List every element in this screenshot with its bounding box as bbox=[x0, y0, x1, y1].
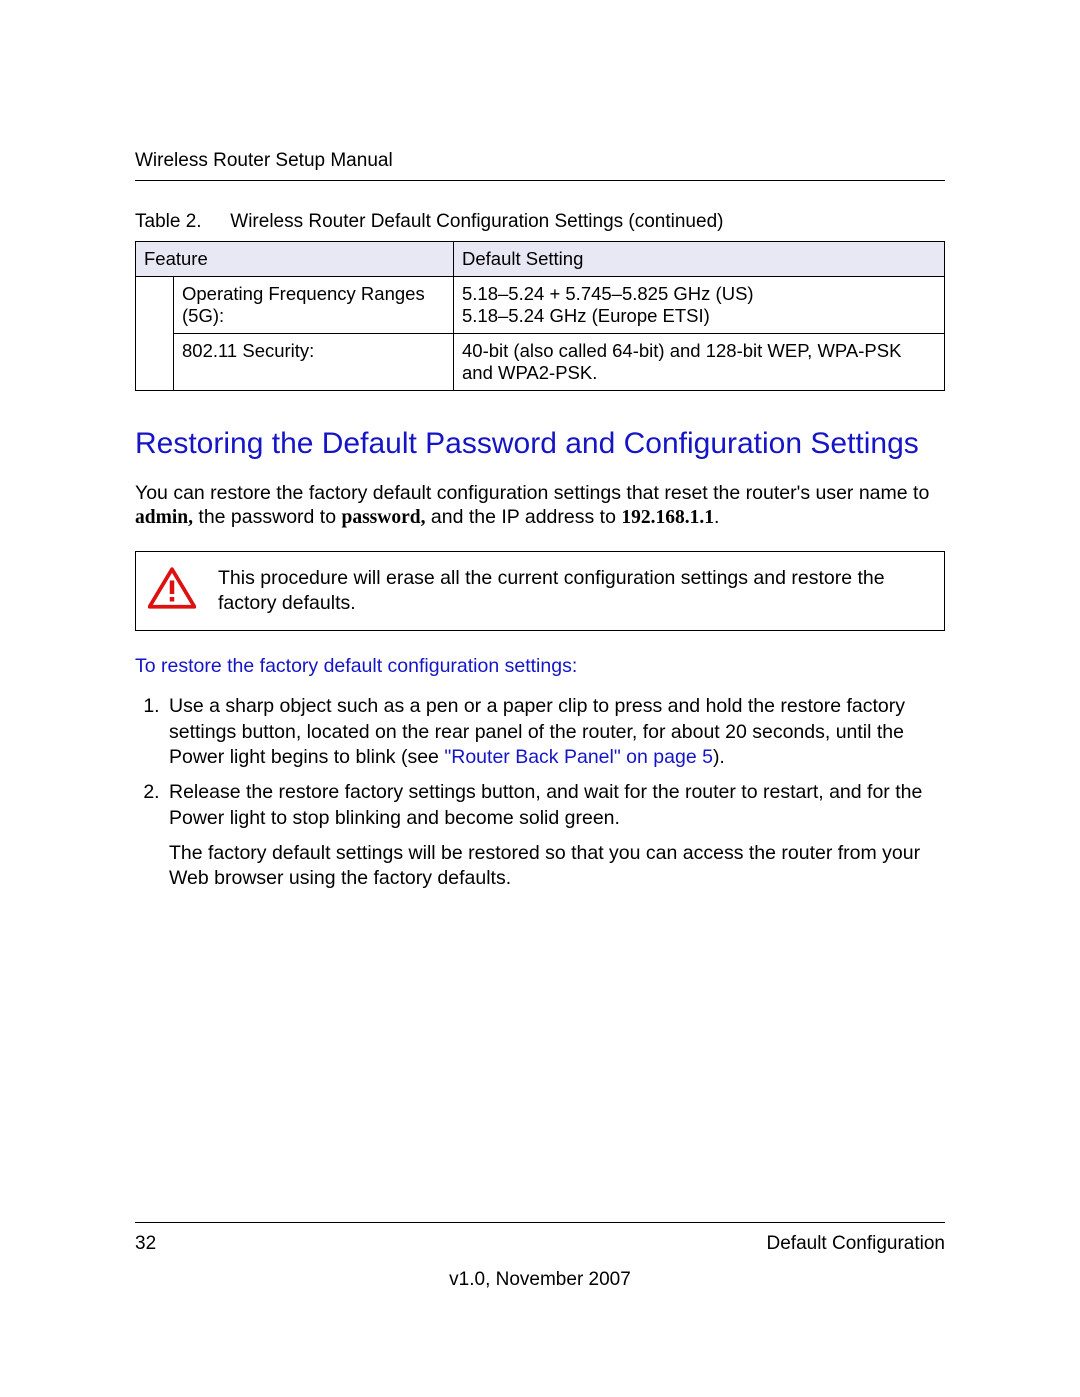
running-header: Wireless Router Setup Manual bbox=[135, 150, 945, 172]
page-number: 32 bbox=[135, 1233, 156, 1255]
intro-text: and the IP address to bbox=[425, 506, 621, 528]
footer-rule bbox=[135, 1222, 945, 1223]
section-heading: Restoring the Default Password and Confi… bbox=[135, 425, 945, 463]
intro-text: You can restore the factory default conf… bbox=[135, 482, 929, 504]
table-label: Table 2. bbox=[135, 211, 225, 233]
warning-text: This procedure will erase all the curren… bbox=[218, 566, 932, 616]
procedure-subhead: To restore the factory default configura… bbox=[135, 655, 945, 678]
step-item: Use a sharp object such as a pen or a pa… bbox=[165, 694, 945, 770]
step-after-text: The factory default settings will be res… bbox=[169, 841, 945, 892]
footer-version: v1.0, November 2007 bbox=[135, 1269, 945, 1291]
cell-value: 5.18–5.24 + 5.745–5.825 GHz (US) 5.18–5.… bbox=[454, 277, 945, 334]
cell-feature: Operating Frequency Ranges (5G): bbox=[174, 277, 454, 334]
footer-section: Default Configuration bbox=[767, 1233, 946, 1255]
steps-list: Use a sharp object such as a pen or a pa… bbox=[135, 694, 945, 891]
cell-feature: 802.11 Security: bbox=[174, 334, 454, 391]
th-default: Default Setting bbox=[454, 242, 945, 277]
warning-box: This procedure will erase all the curren… bbox=[135, 551, 945, 631]
intro-text: . bbox=[714, 506, 719, 528]
table-row: 802.11 Security: 40-bit (also called 64-… bbox=[136, 334, 945, 391]
cell-value-line: 5.18–5.24 + 5.745–5.825 GHz (US) bbox=[462, 283, 936, 305]
table-caption: Table 2. Wireless Router Default Configu… bbox=[135, 211, 945, 233]
warning-icon bbox=[148, 567, 200, 615]
step-text: Release the restore factory settings but… bbox=[169, 781, 922, 828]
header-rule bbox=[135, 180, 945, 181]
intro-paragraph: You can restore the factory default conf… bbox=[135, 481, 945, 532]
intro-admin: admin, bbox=[135, 507, 193, 528]
intro-ip: 192.168.1.1 bbox=[621, 507, 714, 528]
table-header-row: Feature Default Setting bbox=[136, 242, 945, 277]
page-footer: 32 Default Configuration v1.0, November … bbox=[135, 1222, 945, 1291]
cell-value: 40-bit (also called 64-bit) and 128-bit … bbox=[454, 334, 945, 391]
cell-value-line: 5.18–5.24 GHz (Europe ETSI) bbox=[462, 305, 936, 327]
footer-row: 32 Default Configuration bbox=[135, 1233, 945, 1255]
settings-table: Feature Default Setting Operating Freque… bbox=[135, 241, 945, 391]
step-text: ). bbox=[713, 746, 725, 768]
cross-reference-link[interactable]: "Router Back Panel" on page 5 bbox=[444, 746, 713, 768]
intro-text: the password to bbox=[193, 506, 342, 528]
table-row: Operating Frequency Ranges (5G): 5.18–5.… bbox=[136, 277, 945, 334]
table-caption-text: Wireless Router Default Configuration Se… bbox=[230, 211, 723, 232]
page: Wireless Router Setup Manual Table 2. Wi… bbox=[0, 0, 1080, 1397]
step-item: Release the restore factory settings but… bbox=[165, 780, 945, 891]
row-indent-cell bbox=[136, 277, 174, 391]
intro-password: password, bbox=[341, 507, 425, 528]
th-feature: Feature bbox=[136, 242, 454, 277]
